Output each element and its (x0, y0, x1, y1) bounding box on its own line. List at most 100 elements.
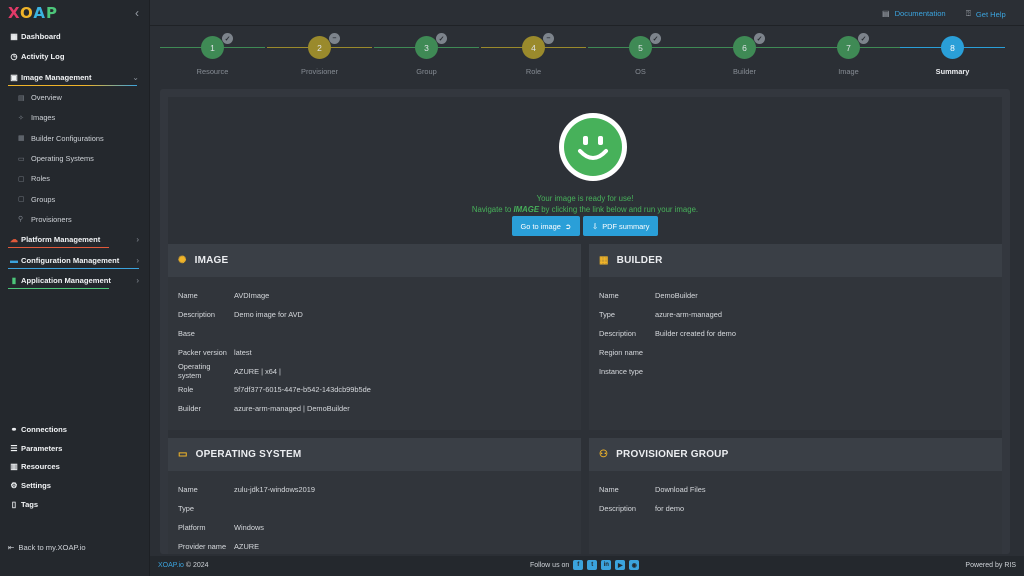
monitor-icon: ▭ (178, 449, 188, 460)
step-label: Role (525, 67, 542, 76)
help-icon: ⍰ (966, 9, 971, 18)
sidebar-item-application-management[interactable]: ▮ Application Management › (0, 271, 149, 292)
sidebar-item-connections[interactable]: ⚭ Connections (0, 420, 150, 439)
footer: XOAP.io © 2024 Follow us on f t in ▶ ◉ P… (150, 556, 1024, 576)
chevron-right-icon: › (136, 235, 139, 245)
provisioner-icon: ⚲ (18, 216, 24, 224)
sidebar-item-image-management[interactable]: ▣ Image Management ⌄ (0, 67, 149, 88)
monitor-icon: ▭ (18, 155, 25, 163)
provisioner-group-card: ⚇ PROVISIONER GROUP Name Download Files D… (589, 438, 1002, 554)
image-card-header: ✺ IMAGE (168, 244, 581, 277)
step-number: 4 (522, 36, 545, 59)
table-row: Name DemoBuilder (599, 290, 698, 300)
sidebar-subitem-groups[interactable]: ▢ Groups (0, 189, 149, 209)
pdf-summary-button[interactable]: ⇩ PDF summary (583, 216, 659, 236)
sidebar-subitem-images[interactable]: ✧ Images (0, 108, 149, 128)
step-os[interactable]: 5 ✓ OS (588, 33, 693, 82)
collapse-sidebar-icon[interactable]: ‹ (135, 6, 139, 20)
social-links: Follow us on f t in ▶ ◉ (530, 560, 640, 570)
wizard-stepper: 1 ✓ Resource 2 – Provisioner 3 ✓ Group 4… (160, 33, 1010, 82)
table-row: Name AVDImage (178, 290, 270, 300)
go-to-image-button[interactable]: Go to image ➲ (511, 216, 581, 236)
os-card-header: ▭ OPERATING SYSTEM (168, 438, 581, 471)
sidebar-subitem-builder-configurations[interactable]: ▦ Builder Configurations (0, 128, 149, 148)
sidebar-subitem-overview[interactable]: ▤ Overview (0, 88, 149, 108)
minus-icon: – (543, 33, 554, 44)
step-number: 6 (733, 36, 756, 59)
check-icon: ✓ (436, 33, 447, 44)
sidebar-item-parameters[interactable]: ☰ Parameters (0, 439, 150, 458)
arrow-circle-right-icon: ➲ (564, 221, 572, 231)
step-role[interactable]: 4 – Role (481, 33, 586, 82)
step-number: 5 (629, 36, 652, 59)
twitter-icon[interactable]: t (587, 560, 598, 570)
link-icon: ⚭ (10, 424, 18, 434)
table-row: Region name (599, 347, 643, 357)
check-icon: ✓ (858, 33, 869, 44)
sidebar-item-activity-log[interactable]: ◷ Activity Log (0, 47, 149, 68)
success-smiley-icon (559, 113, 627, 181)
list-icon: ☰ (10, 443, 18, 453)
documentation-link[interactable]: ▤ Documentation (882, 9, 946, 18)
table-row: Name Download Files (599, 484, 706, 494)
sidebar-item-resources[interactable]: ▥ Resources (0, 458, 150, 477)
database-icon: ▥ (10, 462, 18, 472)
summary-inner: Your image is ready for use! Navigate to… (168, 97, 1002, 554)
table-row: Description Builder created for demo (599, 328, 736, 338)
step-summary[interactable]: 8 Summary (900, 34, 1005, 82)
table-row: Type (178, 503, 195, 513)
table-row: Packer version latest (178, 347, 252, 357)
builder-icon: ▦ (18, 135, 25, 143)
sidebar-item-tags[interactable]: ▯ Tags (0, 495, 150, 514)
image-card: ✺ IMAGE Name AVDImage Description Demo ima… (168, 244, 581, 430)
check-icon: ✓ (754, 33, 765, 44)
xoap-logo[interactable]: XOAP (8, 4, 58, 22)
check-icon: ✓ (650, 33, 661, 44)
xoap-footer-link[interactable]: XOAP.io (158, 562, 184, 569)
sidebar-subitem-roles[interactable]: ▢ Roles (0, 169, 149, 189)
bookmark-icon: ▯ (11, 500, 17, 510)
step-group[interactable]: 3 ✓ Group (374, 33, 479, 82)
facebook-icon[interactable]: f (573, 560, 584, 570)
sidebar-item-dashboard[interactable]: ▦ Dashboard (0, 26, 149, 47)
gear-icon: ⚙ (10, 481, 18, 491)
table-row: Base (178, 328, 195, 338)
step-image[interactable]: 7 ✓ Image (796, 33, 901, 82)
grid-icon: ▦ (599, 255, 609, 266)
youtube-icon[interactable]: ▶ (615, 560, 626, 570)
chevron-right-icon: › (136, 276, 139, 286)
back-to-xoap-link[interactable]: ⇤ Back to my.XOAP.io (8, 543, 86, 552)
builder-card: ▦ BUILDER Name DemoBuilder Type azure-arm-… (589, 244, 1002, 430)
summary-panel: Your image is ready for use! Navigate to… (160, 89, 1010, 554)
sidebar-item-configuration-management[interactable]: ▬ Configuration Management › (0, 250, 149, 271)
table-row: Platform Windows (178, 522, 264, 532)
ready-message: Your image is ready for use! (536, 194, 634, 203)
get-help-link[interactable]: ⍰ Get Help (966, 9, 1006, 19)
table-row: Instance type (599, 366, 643, 376)
sidebar-item-settings[interactable]: ⚙ Settings (0, 476, 150, 495)
sidebar-subitem-operating-systems[interactable]: ▭ Operating Systems (0, 148, 149, 168)
exit-icon: ⇤ (8, 543, 15, 552)
step-number: 1 (201, 36, 224, 59)
step-number: 7 (837, 36, 860, 59)
step-provisioner[interactable]: 2 – Provisioner (267, 33, 372, 82)
section-underline (8, 288, 109, 290)
navigate-message: Navigate to IMAGE by clicking the link b… (471, 205, 699, 214)
step-label: Builder (732, 67, 756, 76)
overview-icon: ▤ (18, 94, 25, 102)
minus-icon: – (329, 33, 340, 44)
sidebar: XOAP ‹ ▦ Dashboard ◷ Activity Log ▣ Imag… (0, 0, 150, 576)
step-number: 8 (941, 36, 964, 59)
section-underline (8, 84, 137, 86)
linkedin-icon[interactable]: in (601, 560, 612, 570)
step-resource[interactable]: 1 ✓ Resource (160, 33, 265, 82)
sidebar-subitem-provisioners[interactable]: ⚲ Provisioners (0, 209, 149, 229)
roles-icon: ▢ (18, 175, 25, 183)
section-underline (8, 267, 139, 269)
sidebar-item-platform-management[interactable]: ☁ Platform Management › (0, 230, 149, 251)
brand: XOAP ‹ (0, 0, 149, 26)
github-icon[interactable]: ◉ (629, 560, 640, 570)
provisioner-card-header: ⚇ PROVISIONER GROUP (589, 438, 1002, 471)
step-builder[interactable]: 6 ✓ Builder (692, 33, 797, 82)
builder-card-header: ▦ BUILDER (589, 244, 1002, 277)
